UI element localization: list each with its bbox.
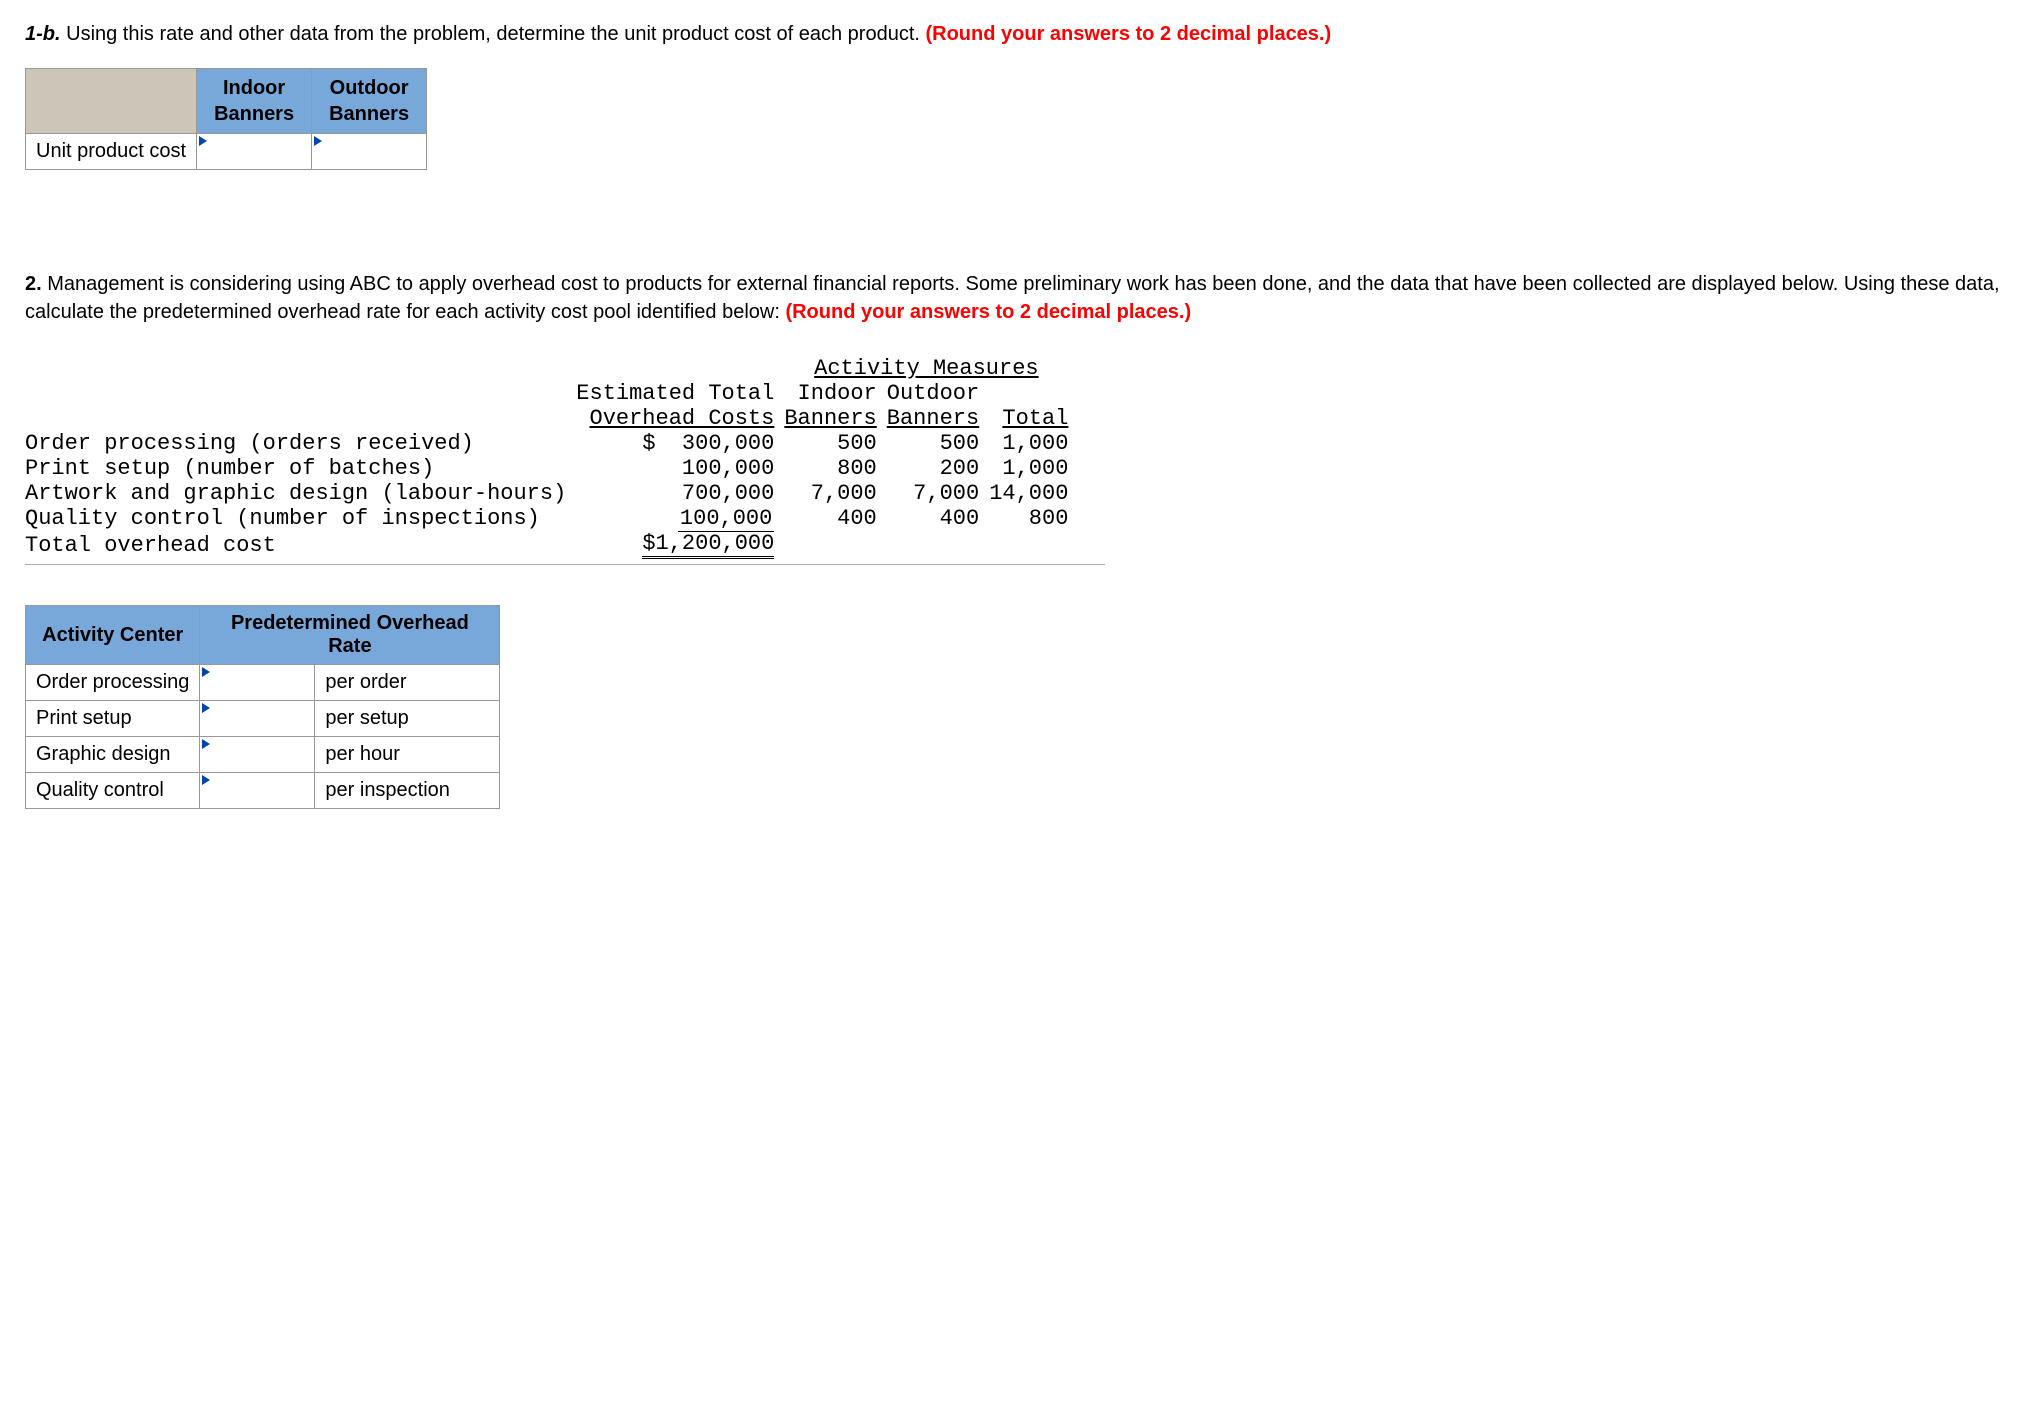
ar0-unit: per order [315, 665, 500, 701]
act-row-print-setup: Print setup per setup [26, 701, 500, 737]
q2-round-note: (Round your answers to 2 decimal places.… [785, 301, 1191, 323]
r3-cost: 100,000 [678, 506, 774, 532]
print-setup-rate-input[interactable] [200, 701, 315, 737]
r1-out: 200 [887, 456, 989, 481]
r1-in: 800 [784, 456, 886, 481]
row-print-setup: Print setup (number of batches) 100,000 … [25, 456, 1078, 481]
divider-line [25, 564, 1105, 565]
col1-label: IndoorBanners [214, 77, 294, 125]
table1-empty-corner [26, 69, 197, 134]
row-order-processing: Order processing (orders received) $ 300… [25, 431, 1078, 456]
r3-out: 400 [887, 506, 989, 531]
ar3-label: Quality control [26, 773, 200, 809]
q1b-prefix: 1-b. [25, 23, 61, 45]
act-row-quality-control: Quality control per inspection [26, 773, 500, 809]
r0-out: 500 [887, 431, 989, 456]
ar1-label: Print setup [26, 701, 200, 737]
quality-control-rate-input[interactable] [200, 773, 315, 809]
row-artwork: Artwork and graphic design (labour-hours… [25, 481, 1078, 506]
activity-center-header: Activity Center [26, 606, 200, 665]
ar0-label: Order processing [26, 665, 200, 701]
r2-out: 7,000 [887, 481, 989, 506]
ar2-unit: per hour [315, 737, 500, 773]
banners-hdr2: Banners [887, 406, 979, 431]
act-row-order-processing: Order processing per order [26, 665, 500, 701]
ovh-costs-hdr: Overhead Costs [590, 406, 775, 431]
graphic-design-rate-input[interactable] [200, 737, 315, 773]
r3-in: 400 [784, 506, 886, 531]
unit-product-cost-outdoor-input[interactable] [312, 134, 427, 170]
est-total-hdr: Estimated Total [576, 381, 784, 406]
banners-hdr1: Banners [784, 406, 876, 431]
rt-label: Total overhead cost [25, 531, 576, 559]
predetermined-rate-header: Predetermined Overhead Rate [200, 606, 500, 665]
r2-cost: 700,000 [576, 481, 784, 506]
unit-product-cost-indoor-input[interactable] [197, 134, 312, 170]
ar1-unit: per setup [315, 701, 500, 737]
r2-in: 7,000 [784, 481, 886, 506]
q1b-body: Using this rate and other data from the … [61, 23, 926, 45]
r0-in: 500 [784, 431, 886, 456]
q1b-round-note: (Round your answers to 2 decimal places.… [925, 23, 1331, 45]
total-hdr: Total [1002, 406, 1068, 431]
question-1b-text: 1-b. Using this rate and other data from… [25, 20, 2000, 48]
unit-product-cost-table: IndoorBanners OutdoorBanners Unit produc… [25, 68, 427, 170]
ar2-label: Graphic design [26, 737, 200, 773]
row-quality: Quality control (number of inspections) … [25, 506, 1078, 531]
r1-label: Print setup (number of batches) [25, 456, 576, 481]
r1-cost: 100,000 [576, 456, 784, 481]
r2-tot: 14,000 [989, 481, 1078, 506]
r0-label: Order processing (orders received) [25, 431, 576, 456]
order-processing-rate-input[interactable] [200, 665, 315, 701]
row-total-overhead: Total overhead cost $1,200,000 [25, 531, 1078, 559]
r0-tot: 1,000 [989, 431, 1078, 456]
rt-cost: $1,200,000 [642, 531, 774, 559]
table1-header-outdoor: OutdoorBanners [312, 69, 427, 134]
table1-header-indoor: IndoorBanners [197, 69, 312, 134]
r3-tot: 800 [989, 506, 1078, 531]
activity-data-table: Activity Measures Estimated Total Indoor… [25, 356, 1078, 559]
r1-tot: 1,000 [989, 456, 1078, 481]
ar3-unit: per inspection [315, 773, 500, 809]
act-row-graphic-design: Graphic design per hour [26, 737, 500, 773]
question-2-text: 2. Management is considering using ABC t… [25, 270, 2000, 326]
col2-label: OutdoorBanners [329, 77, 409, 125]
indoor-hdr: Indoor [784, 381, 886, 406]
q2-prefix: 2. [25, 273, 42, 295]
r2-label: Artwork and graphic design (labour-hours… [25, 481, 576, 506]
unit-product-cost-label: Unit product cost [26, 134, 197, 170]
activity-rate-table: Activity Center Predetermined Overhead R… [25, 605, 500, 809]
r3-label: Quality control (number of inspections) [25, 506, 576, 531]
outdoor-hdr: Outdoor [887, 381, 989, 406]
activity-measures-header: Activity Measures [814, 356, 1038, 381]
r0-cost: $ 300,000 [576, 431, 784, 456]
